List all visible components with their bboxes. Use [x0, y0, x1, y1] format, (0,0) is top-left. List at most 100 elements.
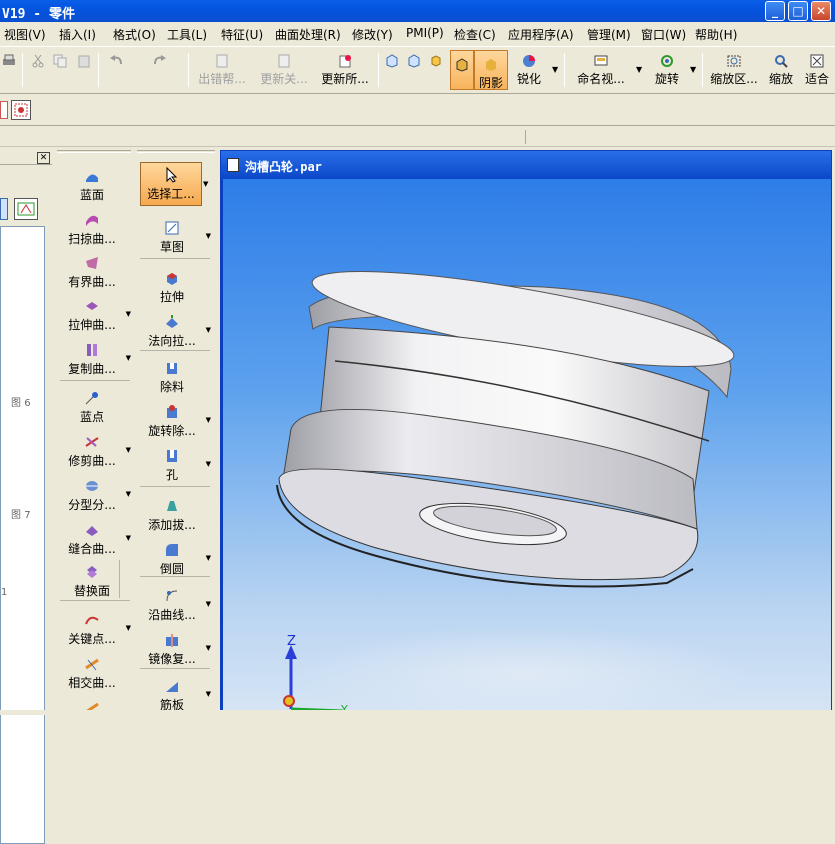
error-help-button[interactable]: 出错帮...	[194, 47, 250, 93]
print-button[interactable]	[0, 47, 18, 93]
copy-icon	[53, 54, 67, 68]
undo-button[interactable]	[106, 47, 128, 93]
replace-face-command[interactable]: 替换面	[57, 560, 127, 602]
shaded-edges-button[interactable]	[450, 50, 474, 90]
zoom-area-button[interactable]: 缩放区...	[708, 47, 760, 93]
menu-applications[interactable]: 应用程序(A)	[508, 26, 574, 43]
add-draft-command[interactable]: 添加拔...	[137, 494, 207, 536]
feature-tree[interactable]: 图 6 图 7 1	[0, 226, 45, 844]
dropdown-arrow-icon[interactable]: ▼	[126, 624, 131, 632]
mirror-copy-command[interactable]: 镜像复... ▼	[137, 628, 211, 670]
menu-inspect[interactable]: 检查(C)	[454, 26, 496, 43]
panel-close-icon[interactable]: ✕	[37, 152, 50, 164]
sharpen-dropdown-icon[interactable]: ▼	[552, 65, 558, 74]
3d-viewport[interactable]: Z Y	[223, 179, 831, 714]
more-surface-command[interactable]	[57, 696, 127, 738]
dropdown-arrow-icon[interactable]: ▼	[126, 310, 131, 318]
dropdown-arrow-icon[interactable]: ▼	[126, 490, 131, 498]
document-title-bar[interactable]: 沟槽凸轮.par	[221, 151, 831, 179]
trim-surface-command[interactable]: 修剪曲... ▼	[57, 430, 131, 472]
fit-button[interactable]: 适合	[802, 47, 832, 93]
cut-button[interactable]	[30, 47, 46, 93]
menu-surfacing[interactable]: 曲面处理(R)	[275, 26, 341, 43]
bluedot-label: 蓝点	[79, 410, 104, 424]
menu-insert[interactable]: 插入(I)	[59, 26, 96, 43]
cutout-command[interactable]: 除料	[137, 356, 207, 398]
swept-surface-command[interactable]: 扫掠曲...	[57, 208, 127, 250]
parting-split-command[interactable]: 分型分... ▼	[57, 474, 131, 516]
dropdown-arrow-icon[interactable]: ▼	[206, 416, 211, 424]
panel-tab-icon[interactable]	[0, 198, 8, 220]
rotate-dropdown-icon[interactable]: ▼	[690, 65, 696, 74]
redo-button[interactable]	[148, 47, 170, 93]
bluedot-icon	[85, 392, 98, 405]
named-view-icon	[594, 55, 608, 66]
extruded-surface-command[interactable]: 拉伸曲... ▼	[57, 294, 131, 336]
bounded-surface-command[interactable]: 有界曲...	[57, 251, 127, 293]
part-model[interactable]: Z Y	[223, 179, 831, 714]
secondary-toolbar	[0, 96, 835, 126]
maximize-button[interactable]: □	[788, 1, 808, 21]
menu-pmi[interactable]: PMI(P)	[406, 26, 444, 40]
select-tool-command[interactable]: 选择工...	[140, 162, 202, 206]
sharpen-button[interactable]: 锐化	[514, 47, 544, 93]
menu-format[interactable]: 格式(O)	[113, 26, 156, 43]
menu-feature[interactable]: 特征(U)	[221, 26, 263, 43]
dropdown-arrow-icon[interactable]: ▼	[126, 446, 131, 454]
grid-select-icon[interactable]	[11, 100, 31, 120]
select-tool-dropdown-icon[interactable]: ▼	[203, 180, 208, 188]
shading-button[interactable]: 阴影	[474, 50, 508, 90]
fit-label: 适合	[804, 72, 829, 86]
window-title: V19 - 零件	[2, 7, 75, 22]
paste-button[interactable]	[76, 47, 92, 93]
round-command[interactable]: 倒圆 ▼	[137, 538, 211, 580]
menu-help[interactable]: 帮助(H)	[695, 26, 737, 43]
view-front-button[interactable]	[384, 47, 400, 93]
bluedot-command[interactable]: 蓝点	[57, 386, 127, 428]
normal-extrude-command[interactable]: 法向拉... ▼	[137, 310, 211, 352]
minimize-button[interactable]: _	[765, 1, 785, 21]
revolved-cutout-command[interactable]: 旋转除... ▼	[137, 400, 211, 442]
stitched-surface-command[interactable]: 缝合曲... ▼	[57, 518, 131, 560]
menu-window[interactable]: 窗口(W)	[641, 26, 686, 43]
bluesurf-command[interactable]: 蓝面	[57, 164, 127, 206]
rotate-button[interactable]: 旋转	[652, 47, 682, 93]
bottom-border	[0, 710, 835, 715]
sharpen-label: 锐化	[516, 72, 541, 86]
menu-tools[interactable]: 工具(L)	[167, 26, 207, 43]
view-top-button[interactable]	[406, 47, 422, 93]
dropdown-arrow-icon[interactable]: ▼	[206, 460, 211, 468]
copy-button[interactable]	[52, 47, 68, 93]
copy-surface-command[interactable]: 复制曲... ▼	[57, 338, 131, 380]
dropdown-arrow-icon[interactable]: ▼	[206, 554, 211, 562]
menu-view[interactable]: 视图(V)	[4, 26, 46, 43]
along-curve-command[interactable]: 沿曲线... ▼	[137, 584, 211, 626]
named-view-button[interactable]: 命名视...	[574, 47, 628, 93]
dropdown-arrow-icon[interactable]: ▼	[206, 232, 211, 240]
hole-command[interactable]: 孔 ▼	[137, 444, 211, 486]
menu-modify[interactable]: 修改(Y)	[352, 26, 393, 43]
dropdown-arrow-icon[interactable]: ▼	[126, 354, 131, 362]
zoom-button[interactable]: 缩放	[766, 47, 796, 93]
menu-manage[interactable]: 管理(M)	[587, 26, 631, 43]
trim-surface-label: 修剪曲...	[68, 454, 116, 468]
dropdown-arrow-icon[interactable]: ▼	[206, 326, 211, 334]
sketch-command[interactable]: 草图 ▼	[137, 216, 211, 258]
dropdown-arrow-icon[interactable]: ▼	[206, 690, 211, 698]
select-filter-icon[interactable]	[0, 101, 8, 119]
arrow-cursor-icon	[166, 167, 178, 183]
close-button[interactable]: ✕	[811, 1, 831, 21]
update-related-button[interactable]: 更新关...	[258, 47, 310, 93]
intersection-curve-command[interactable]: 相交曲...	[57, 652, 127, 694]
rotate-icon	[661, 55, 673, 67]
document-window[interactable]: 沟槽凸轮.par Z Y	[220, 150, 832, 715]
dropdown-arrow-icon[interactable]: ▼	[126, 534, 131, 542]
extrude-command[interactable]: 拉伸	[137, 266, 207, 308]
keypoint-curve-command[interactable]: 关键点... ▼	[57, 608, 131, 650]
dropdown-arrow-icon[interactable]: ▼	[206, 644, 211, 652]
named-view-dropdown-icon[interactable]: ▼	[636, 65, 642, 74]
dropdown-arrow-icon[interactable]: ▼	[206, 600, 211, 608]
library-icon[interactable]	[14, 198, 38, 220]
view-iso-button[interactable]	[428, 47, 444, 93]
update-all-button[interactable]: 更新所...	[318, 47, 372, 93]
